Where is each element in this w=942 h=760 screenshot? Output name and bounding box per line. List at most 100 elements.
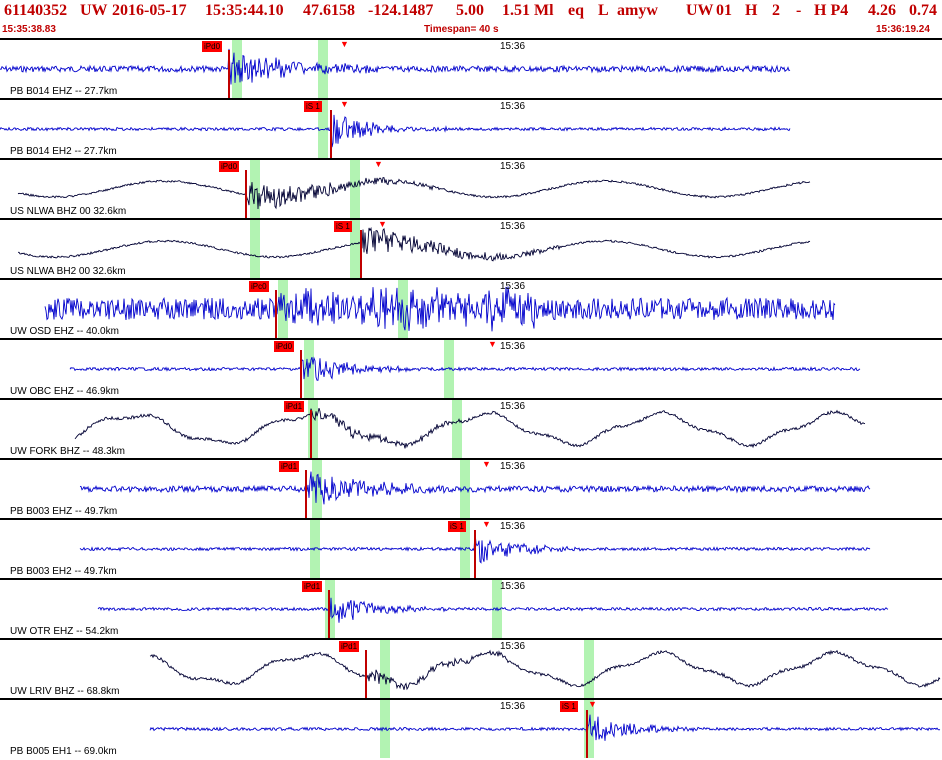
- channel-panel[interactable]: iPd1 ▼ 15:36 PB B003 EHZ -- 49.7km: [0, 458, 942, 518]
- event-date: 2016-05-17: [112, 2, 187, 19]
- time-mark: 15:36: [500, 281, 526, 292]
- pick-line: [586, 710, 588, 758]
- pick-line: [275, 290, 277, 338]
- pick-line: [228, 50, 230, 98]
- s-arrival-marker-icon: ▼: [488, 339, 497, 349]
- s-arrival-marker-icon: ▼: [482, 519, 491, 529]
- waveform: [17, 177, 811, 210]
- event-lat: 47.6158: [303, 2, 355, 19]
- s-arrival-marker-icon: ▼: [482, 459, 491, 469]
- channel-label: PB B003 EHZ -- 49.7km: [10, 506, 118, 517]
- event-author: amyw: [617, 2, 658, 19]
- event-status: L: [598, 2, 609, 19]
- channel-panel[interactable]: iS 1 ▼ 15:36 PB B014 EH2 -- 27.7km: [0, 98, 942, 158]
- event-network: UW: [80, 2, 108, 19]
- waveform-panels: iPd0 ▼ 15:36 PB B014 EHZ -- 27.7km iS 1 ▼ 15:3…: [0, 38, 942, 760]
- waveform: [149, 714, 941, 741]
- channel-panel[interactable]: iS 1 ▼ 15:36 PB B005 EH1 -- 69.0km: [0, 698, 942, 758]
- event-rms: 4.26: [868, 2, 896, 19]
- phase-pick-label[interactable]: iPd1: [284, 401, 305, 412]
- waveform: [18, 226, 811, 262]
- time-mark: 15:36: [500, 641, 526, 652]
- event-magnitude: 1.51 Ml: [502, 2, 554, 19]
- pick-line: [245, 170, 247, 218]
- waveform: [97, 597, 889, 623]
- waveform-trace: [17, 177, 811, 210]
- pick-line: [474, 530, 476, 578]
- channel-label: PB B005 EH1 -- 69.0km: [10, 746, 117, 757]
- waveform: [74, 407, 866, 449]
- channel-panel[interactable]: iS 1 ▼ 15:36 PB B003 EH2 -- 49.7km: [0, 518, 942, 578]
- time-mark: 15:36: [500, 701, 526, 712]
- channel-panel[interactable]: iPd0 ▼ 15:36 UW OBC EHZ -- 46.9km: [0, 338, 942, 398]
- event-dash: -: [796, 2, 802, 19]
- time-mark: 15:36: [500, 521, 526, 532]
- waveform-trace: [79, 471, 871, 505]
- pick-line: [328, 590, 330, 638]
- time-mark: 15:36: [500, 581, 526, 592]
- waveform-trace: [69, 356, 861, 381]
- channel-label: PB B003 EH2 -- 49.7km: [10, 566, 117, 577]
- phase-pick-label[interactable]: iPd0: [219, 161, 240, 172]
- timespan: Timespan= 40 s: [424, 24, 499, 35]
- channel-panel[interactable]: iPd0 ▼ 15:36 PB B014 EHZ -- 27.7km: [0, 38, 942, 98]
- channel-label: US NLWA BHZ 00 32.6km: [10, 206, 127, 217]
- s-arrival-marker-icon: ▼: [340, 99, 349, 109]
- channel-label: US NLWA BH2 00 32.6km: [10, 266, 126, 277]
- waveform-trace: [149, 714, 941, 741]
- s-arrival-marker-icon: ▼: [378, 219, 387, 229]
- event-lon: -124.1487: [368, 2, 434, 19]
- event-gtype: H: [745, 2, 758, 19]
- waveform: [69, 356, 861, 381]
- channel-label: UW OTR EHZ -- 54.2km: [10, 626, 119, 637]
- phase-pick-label[interactable]: iS 1: [448, 521, 466, 532]
- phase-pick-label[interactable]: iS 1: [560, 701, 578, 712]
- s-arrival-marker-icon: ▼: [374, 159, 383, 169]
- phase-pick-label[interactable]: iPd1: [302, 581, 323, 592]
- s-arrival-marker-icon: ▼: [340, 39, 349, 49]
- time-mark: 15:36: [500, 221, 526, 232]
- channel-label: PB B014 EHZ -- 27.7km: [10, 86, 118, 97]
- s-arrival-marker-icon: ▼: [588, 699, 597, 709]
- waveform: [0, 114, 791, 148]
- event-time: 15:35:44.10: [205, 2, 284, 19]
- channel-panel[interactable]: iPc0 15:36 UW OSD EHZ -- 40.0km: [0, 278, 942, 338]
- phase-pick-label[interactable]: iPd1: [279, 461, 300, 472]
- time-mark: 15:36: [500, 41, 526, 52]
- time-mark: 15:36: [500, 401, 526, 412]
- pick-line: [330, 110, 332, 158]
- event-count: 2: [772, 2, 780, 19]
- event-id: 61140352: [4, 2, 68, 19]
- pick-line: [300, 350, 302, 398]
- waveform: [44, 286, 836, 332]
- event-type: eq: [568, 2, 584, 19]
- event-header: 61140352 UW 2016-05-17 15:35:44.10 47.61…: [0, 0, 942, 22]
- pick-line: [360, 230, 362, 278]
- waveform: [149, 649, 941, 691]
- phase-pick-label[interactable]: iS 1: [304, 101, 322, 112]
- waveform-trace: [149, 649, 941, 691]
- phase-pick-label[interactable]: iPd1: [339, 641, 360, 652]
- phase-pick-label[interactable]: iPc0: [249, 281, 269, 292]
- event-source: UW: [686, 2, 714, 19]
- waveform-trace: [18, 226, 811, 262]
- phase-pick-label[interactable]: iPd0: [274, 341, 295, 352]
- channel-panel[interactable]: iPd1 15:36 UW LRIV BHZ -- 68.8km: [0, 638, 942, 698]
- channel-label: UW FORK BHZ -- 48.3km: [10, 446, 126, 457]
- waveform-trace: [74, 407, 866, 449]
- waveform-trace: [0, 114, 791, 148]
- channel-panel[interactable]: iS 1 ▼ 15:36 US NLWA BH2 00 32.6km: [0, 218, 942, 278]
- channel-panel[interactable]: iPd0 ▼ 15:36 US NLWA BHZ 00 32.6km: [0, 158, 942, 218]
- pick-line: [310, 410, 312, 458]
- phase-pick-label[interactable]: iS 1: [334, 221, 352, 232]
- time-mark: 15:36: [500, 161, 526, 172]
- channel-label: UW OBC EHZ -- 46.9km: [10, 386, 119, 397]
- channel-panel[interactable]: iPd1 15:36 UW FORK BHZ -- 48.3km: [0, 398, 942, 458]
- channel-panel[interactable]: iPd1 15:36 UW OTR EHZ -- 54.2km: [0, 578, 942, 638]
- waveform-trace: [97, 597, 889, 623]
- event-error: 0.74: [909, 2, 937, 19]
- channel-label: PB B014 EH2 -- 27.7km: [10, 146, 117, 157]
- phase-pick-label[interactable]: iPd0: [202, 41, 223, 52]
- waveform-trace: [44, 286, 836, 332]
- pick-line: [305, 470, 307, 518]
